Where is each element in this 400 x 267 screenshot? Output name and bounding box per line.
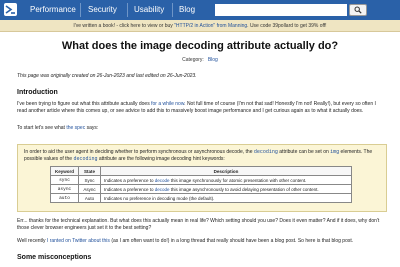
spec-quote-box: In order to aid the user agent in decidi… (17, 144, 387, 212)
section-heading-misconceptions: Some misconceptions (17, 254, 92, 261)
search-icon (354, 6, 362, 14)
nav-divider (80, 3, 81, 17)
site-logo[interactable] (4, 3, 17, 16)
code-decoding[interactable]: decoding (254, 149, 278, 155)
banner-book-link[interactable]: "HTTP/2 in Action" from Manning (174, 23, 247, 29)
table-row: sync Sync Indicates a preference to deco… (50, 175, 352, 185)
nav-performance[interactable]: Performance (30, 5, 76, 14)
state-cell: Auto (78, 193, 101, 203)
description-cell: Indicates a preference to decode this im… (100, 184, 352, 194)
book-banner: I've written a book! - click here to vie… (0, 20, 400, 32)
paragraph-spec: To start let's see what the spec says: (17, 125, 387, 132)
quote-text: In order to aid the user agent in decidi… (24, 149, 254, 155)
category-line: Category: Blog (0, 57, 400, 63)
for-a-while-link[interactable]: for a while now (151, 101, 184, 107)
table-header-row: Keyword State Description (50, 166, 352, 176)
paragraph-text: says: (85, 125, 99, 131)
spec-link[interactable]: the spec (66, 125, 85, 131)
spec-quote-text: In order to aid the user agent in decidi… (24, 149, 380, 163)
quote-text: attribute are the following image decodi… (97, 156, 225, 162)
paragraph-intro: I've been trying to figure out what this… (17, 101, 387, 115)
nav-divider (172, 3, 173, 17)
keyword-cell: sync (50, 175, 79, 185)
paragraph-text: Well recently (17, 238, 47, 244)
section-heading-introduction: Introduction (17, 89, 58, 96)
site-logo-icon (5, 5, 15, 14)
description-text: Indicates no preference in decoding mode… (104, 195, 215, 201)
code-decoding[interactable]: decoding (73, 156, 97, 162)
description-cell: Indicates no preference in decoding mode… (100, 193, 352, 203)
paragraph-question: Err... thanks for the technical explanat… (17, 218, 380, 231)
decoding-keywords-table: Keyword State Description sync Sync Indi… (50, 166, 352, 203)
twitter-rant-link[interactable]: I ranted on Twitter about this (47, 238, 110, 244)
table-header: Description (100, 166, 352, 176)
search-input[interactable] (215, 4, 347, 16)
state-cell: Sync (78, 175, 101, 185)
keyword-cell: async (50, 184, 79, 194)
category-label: Category: (182, 57, 204, 63)
banner-text-after: . Use code 39pollard to get 39% off! (247, 23, 327, 29)
category-link[interactable]: Blog (208, 57, 218, 63)
nav-security[interactable]: Security (88, 5, 117, 14)
description-cell: Indicates a preference to decode this im… (100, 175, 352, 185)
page-meta: This page was originally created on 26-J… (17, 73, 197, 79)
keyword-cell: auto (50, 193, 79, 203)
nav-usability[interactable]: Usability (134, 5, 164, 14)
paragraph-text: To start let's see what (17, 125, 67, 131)
description-text: this image synchronously for atomic pres… (169, 177, 307, 183)
table-header: State (78, 166, 101, 176)
table-row: async Async Indicates a preference to de… (50, 184, 352, 194)
search-button[interactable] (349, 4, 367, 16)
description-text: Indicates a preference to (104, 177, 155, 183)
nav-divider (127, 3, 128, 17)
description-text: this image asynchronously to avoid delay… (169, 186, 319, 192)
nav-blog[interactable]: Blog (179, 5, 195, 14)
paragraph-text: (as I am often want to do!) in a long th… (109, 238, 354, 244)
description-text: Indicates a preference to (104, 186, 155, 192)
state-cell: Async (78, 184, 101, 194)
decode-link[interactable]: decode (155, 178, 170, 183)
table-header: Keyword (50, 166, 79, 176)
table-row: auto Auto Indicates no preference in dec… (50, 193, 352, 203)
code-img[interactable]: img (330, 149, 339, 155)
paragraph-twitter: Well recently I ranted on Twitter about … (17, 238, 387, 245)
quote-text: attribute can be set on (277, 149, 331, 155)
banner-text: I've written a book! - click here to vie… (73, 23, 175, 29)
paragraph-text: I've been trying to figure out what this… (17, 101, 152, 107)
top-nav: Performance Security Usability Blog (0, 0, 400, 20)
page-title: What does the image decoding attribute a… (61, 40, 339, 52)
decode-link[interactable]: decode (155, 187, 170, 192)
